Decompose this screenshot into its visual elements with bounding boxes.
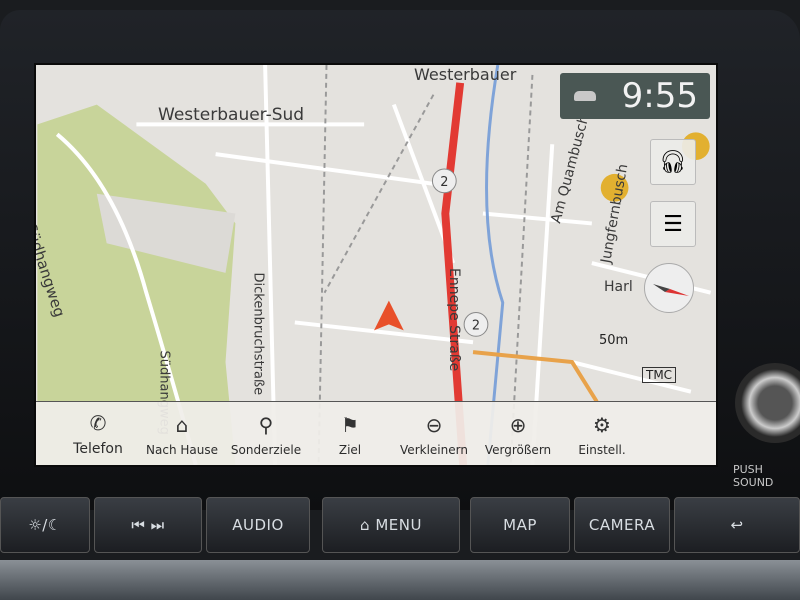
list-icon: ☰ [663,211,683,237]
brightness-button[interactable]: ☼/☾ [0,497,90,553]
map-label: Westerbauer [414,65,517,84]
phone-icon: ✆ [89,411,107,435]
toolbar-telefon[interactable]: ✆ Telefon [56,411,140,457]
menu-button[interactable]: ⌂ MENU [322,497,460,553]
headset-icon: 🎧︎ [659,149,687,175]
clock-panel: 9:55 [560,73,710,119]
position-arrow-icon [374,300,404,331]
map-label: Dickenbruchstraße [250,272,266,396]
home-icon: ⌂ [360,516,376,534]
audio-button[interactable]: AUDIO [206,497,310,553]
route-list-button[interactable]: ☰ [650,201,696,247]
map-label: Westerbauer-Sud [158,105,305,125]
map-button[interactable]: MAP [470,497,570,553]
map-scale: 50m [599,333,629,348]
compass-icon [653,284,689,296]
poi-pin-icon: ⚲ [258,413,274,437]
toolbar-verkleinern[interactable]: ⊖ Verkleinern [392,413,476,457]
camera-button[interactable]: CAMERA [574,497,670,553]
clock-time: 9:55 [621,76,698,116]
toolbar-sonderziele[interactable]: ⚲ Sonderziele [224,413,308,457]
skip-icons: ⏮ ⏭ [131,516,165,534]
checkered-flag-icon: ⚑ [341,413,359,437]
day-night-icon: ☼/☾ [28,516,62,534]
car-icon [574,91,596,101]
toolbar-nach-hause[interactable]: ⌂ Nach Hause [140,413,224,457]
gear-icon: ⚙ [593,413,611,437]
nav-screen[interactable]: 2 2 Westerbauer-Sud Westerbauer Südhangw… [34,63,718,467]
home-icon: ⌂ [175,413,189,437]
zoom-in-icon: ⊕ [509,413,527,437]
toolbar-ziel[interactable]: ⚑ Ziel [308,413,392,457]
compass-button[interactable] [644,263,694,313]
back-arrow-icon: ↩ [730,516,744,534]
route-badge-text: 2 [472,318,480,333]
push-sound-label: PUSH SOUND [733,463,774,489]
nav-toolbar: ✆ Telefon ⌂ Nach Hause ⚲ Sonderziele ⚑ Ziel … [36,401,716,465]
back-button[interactable]: ↩ [674,497,800,553]
voice-assistant-button[interactable]: 🎧︎ [650,139,696,185]
tmc-indicator[interactable]: TMC [642,367,677,383]
dashboard-trim [0,560,800,600]
route-badge-text: 2 [440,175,448,190]
track-buttons[interactable]: ⏮ ⏭ [94,497,202,553]
zoom-out-icon: ⊖ [425,413,443,437]
map-label: Harl [604,279,633,295]
map-label: Ennepe Straße [446,268,462,372]
toolbar-vergroessern[interactable]: ⊕ Vergrößern [476,413,560,457]
toolbar-einstellungen[interactable]: ⚙ Einstell. [560,413,644,457]
